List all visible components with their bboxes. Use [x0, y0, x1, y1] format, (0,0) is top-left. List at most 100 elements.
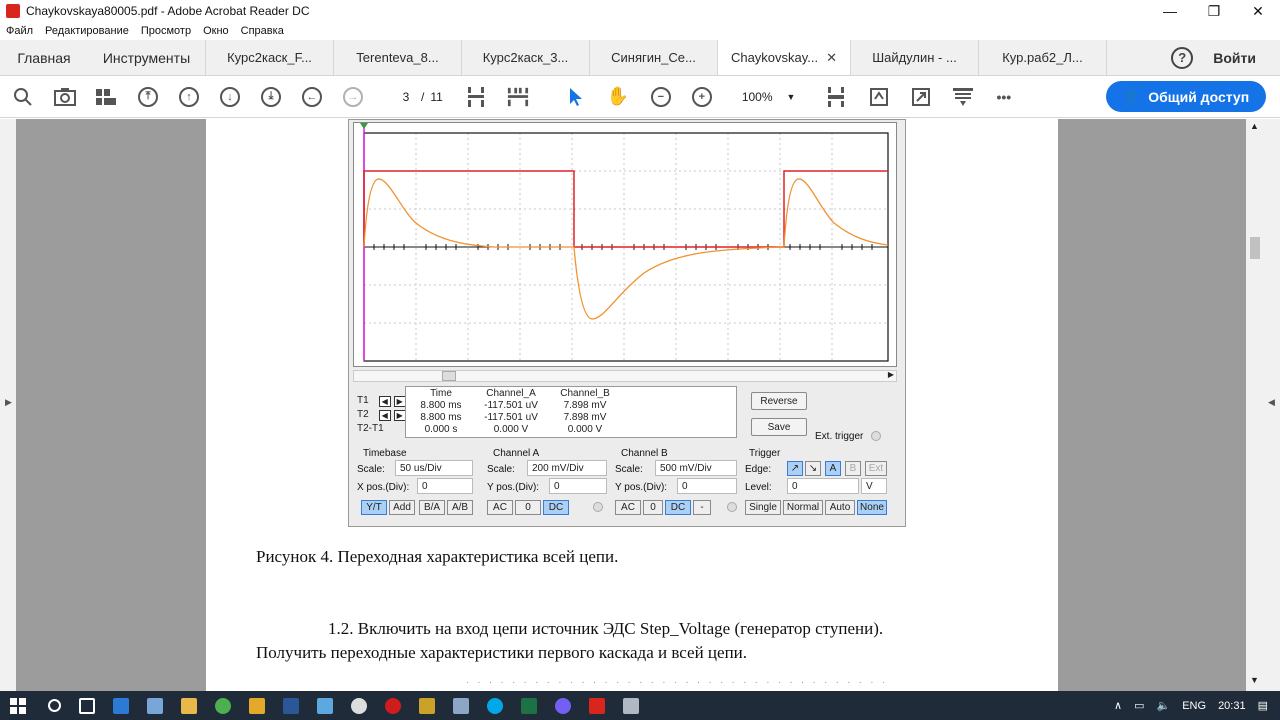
fullscreen-icon[interactable] [910, 86, 932, 108]
next-page-icon[interactable]: ↓ [220, 86, 240, 107]
channel-b-scale-field[interactable]: 500 mV/Div [655, 460, 737, 476]
page-number-input[interactable]: 3 [393, 86, 419, 108]
cursor-t1-marker-icon[interactable] [360, 123, 368, 129]
menu-window[interactable]: Окно [203, 25, 229, 37]
multisim-icon[interactable] [623, 697, 639, 714]
select-cursor-icon[interactable] [565, 86, 587, 108]
previous-page-icon[interactable]: ↑ [179, 86, 199, 107]
trigger-falling-edge-button[interactable]: ↘ [805, 461, 821, 476]
archive-icon[interactable] [419, 697, 435, 714]
battery-icon[interactable]: ▭ [1134, 699, 1144, 712]
left-panel-toggle[interactable]: ▶ [0, 119, 16, 691]
media-icon[interactable] [249, 697, 265, 714]
tray-expand-icon[interactable]: ∧ [1114, 699, 1122, 712]
channel-b-minus-button[interactable]: - [693, 500, 711, 515]
channel-a-dc-button[interactable]: DC [543, 500, 569, 515]
zoom-level[interactable]: 100% [742, 90, 773, 104]
hscroll-right-icon[interactable]: ▶ [888, 370, 894, 379]
minimize-button[interactable]: — [1148, 0, 1192, 22]
tab-home[interactable]: Главная [0, 40, 88, 75]
word-icon[interactable] [283, 697, 299, 714]
tab-doc-3[interactable]: Курс2каск_3... [462, 40, 590, 75]
mode-yt-button[interactable]: Y/T [361, 500, 387, 515]
volume-icon[interactable]: 🔈 [1157, 699, 1171, 712]
read-mode-icon[interactable] [952, 86, 974, 108]
scroll-mode-icon[interactable] [825, 86, 847, 108]
forward-icon[interactable]: → [343, 86, 363, 107]
tab-doc-7[interactable]: Кур.раб2_Л... [979, 40, 1107, 75]
oscilloscope-hscroll-thumb[interactable] [442, 371, 456, 381]
trigger-source-a-button[interactable]: A [825, 461, 841, 476]
t1-left-icon[interactable]: ◀ [378, 395, 391, 407]
language-indicator[interactable]: ENG [1182, 700, 1206, 712]
first-page-icon[interactable]: ⤒ [138, 86, 158, 107]
share-button[interactable]: 👤 Общий доступ [1106, 81, 1266, 112]
timebase-scale-field[interactable]: 50 us/Div [395, 460, 473, 476]
trigger-single-button[interactable]: Single [745, 500, 781, 515]
record-icon[interactable] [385, 697, 401, 714]
channel-b-terminal-icon[interactable] [727, 502, 737, 512]
network-icon[interactable] [147, 697, 163, 714]
maximize-button[interactable]: ❐ [1192, 0, 1236, 22]
trigger-normal-button[interactable]: Normal [783, 500, 823, 515]
excel-icon[interactable] [521, 697, 537, 714]
ext-trigger-terminal-icon[interactable] [871, 431, 881, 441]
channel-b-dc-button[interactable]: DC [665, 500, 691, 515]
chat-icon[interactable] [351, 697, 367, 714]
organize-pages-icon[interactable] [95, 86, 117, 108]
skype-icon[interactable] [487, 697, 503, 714]
scroll-up-icon[interactable]: ▲ [1250, 121, 1259, 131]
vertical-scroll-thumb[interactable] [1250, 237, 1260, 259]
channel-a-ypos-field[interactable]: 0 [549, 478, 607, 494]
mode-ba-button[interactable]: B/A [419, 500, 445, 515]
login-button[interactable]: Войти [1213, 50, 1256, 66]
close-button[interactable]: ✕ [1236, 0, 1280, 22]
menu-help[interactable]: Справка [241, 25, 284, 37]
menu-file[interactable]: Файл [6, 25, 33, 37]
oscilloscope-hscroll[interactable]: ▶ [353, 370, 897, 382]
rotate-icon[interactable] [868, 86, 890, 108]
channel-a-scale-field[interactable]: 200 mV/Div [527, 460, 607, 476]
explorer-icon[interactable] [181, 697, 197, 714]
tab-doc-active[interactable]: Chaykovskay... ✕ [718, 40, 851, 75]
task-view-icon[interactable] [79, 697, 95, 714]
channel-a-terminal-icon[interactable] [593, 502, 603, 512]
trigger-rising-edge-button[interactable]: ↗ [787, 461, 803, 476]
trigger-source-b-button[interactable]: B [845, 461, 861, 476]
right-panel-toggle[interactable]: ◀ [1264, 119, 1280, 691]
chrome-icon[interactable] [215, 697, 231, 714]
zoom-dropdown-icon[interactable]: ▼ [787, 92, 796, 102]
vertical-scrollbar[interactable]: ▲ ▼ [1246, 119, 1264, 691]
zoom-out-icon[interactable]: − [650, 86, 671, 107]
mode-add-button[interactable]: Add [389, 500, 415, 515]
trigger-level-field[interactable]: 0 [787, 478, 859, 494]
last-page-icon[interactable]: ⤓ [261, 86, 281, 107]
viber-icon[interactable] [555, 697, 571, 714]
search-taskbar-icon[interactable] [48, 699, 61, 712]
menu-view[interactable]: Просмотр [141, 25, 191, 37]
zoom-in-icon[interactable]: + [691, 86, 712, 107]
photos-icon[interactable] [317, 697, 333, 714]
mode-ab-button[interactable]: A/B [447, 500, 473, 515]
scroll-down-icon[interactable]: ▼ [1250, 675, 1259, 685]
tab-doc-4[interactable]: Синягин_Се... [590, 40, 718, 75]
channel-b-zero-button[interactable]: 0 [643, 500, 663, 515]
save-osc-button[interactable]: Save [751, 418, 807, 436]
tab-tools[interactable]: Инструменты [88, 40, 206, 75]
tab-doc-2[interactable]: Terenteva_8... [334, 40, 462, 75]
tab-doc-6[interactable]: Шайдулин - ... [851, 40, 979, 75]
snapshot-icon[interactable] [54, 86, 76, 108]
timebase-xpos-field[interactable]: 0 [417, 478, 473, 494]
trigger-source-ext-button[interactable]: Ext [865, 461, 887, 476]
clock[interactable]: 20:31 [1218, 700, 1246, 712]
notifications-icon[interactable]: ▤ [1258, 699, 1268, 712]
more-tools-icon[interactable]: ••• [996, 89, 1011, 105]
menu-edit[interactable]: Редактирование [45, 25, 129, 37]
channel-a-ac-button[interactable]: AC [487, 500, 513, 515]
channel-b-ac-button[interactable]: AC [615, 500, 641, 515]
t2-left-icon[interactable]: ◀ [378, 409, 391, 421]
acrobat-taskbar-icon[interactable] [589, 697, 605, 714]
back-icon[interactable]: ← [302, 86, 322, 107]
notepad-icon[interactable] [453, 697, 469, 714]
two-page-icon[interactable] [507, 86, 529, 108]
